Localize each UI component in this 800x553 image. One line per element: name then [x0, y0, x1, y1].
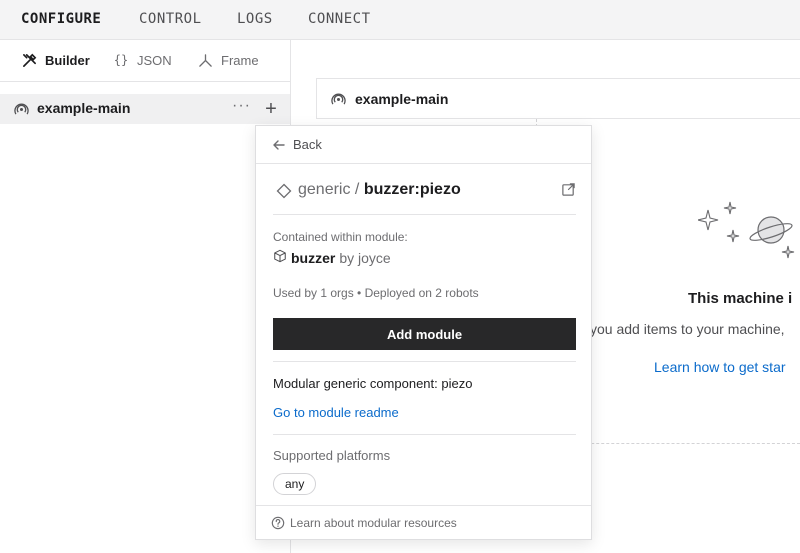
package-icon: [273, 249, 287, 266]
module-author: by joyce: [339, 249, 391, 266]
platform-chip: any: [273, 473, 317, 495]
braces-icon: {}: [113, 53, 129, 67]
contained-label: Contained within module:: [273, 230, 408, 244]
module-info: buzzer by joyce: [273, 249, 391, 266]
footer-link-label: Learn about modular resources: [290, 516, 457, 530]
resource-title: generic / buzzer:piezo: [273, 178, 576, 206]
back-button[interactable]: Back: [256, 126, 591, 164]
divider: [273, 361, 576, 362]
tab-connect[interactable]: CONNECT: [308, 11, 371, 27]
planet-stars-icon: [697, 196, 800, 267]
subtab-frame-label: Frame: [221, 52, 259, 68]
resource-api-model: generic / buzzer:piezo: [298, 181, 461, 199]
subtab-json[interactable]: {} JSON: [113, 52, 172, 68]
arrow-left-icon: [272, 138, 286, 157]
machine-icon: [14, 101, 29, 121]
sidebar-subtabs: Builder {} JSON Frame: [0, 40, 290, 82]
subtab-json-label: JSON: [137, 52, 172, 68]
learn-modular-resources-link[interactable]: Learn about modular resources: [256, 505, 591, 539]
frame-icon: [197, 52, 213, 68]
learn-get-started-link[interactable]: Learn how to get star: [654, 359, 786, 375]
tree-item-example-main[interactable]: example-main ··· +: [0, 94, 290, 124]
resource-detail-popover: Back generic / buzzer:piezo Contained wi…: [255, 125, 592, 540]
subtab-frame[interactable]: Frame: [197, 52, 259, 68]
sidebar: Builder {} JSON Frame example-main ··· +: [0, 40, 291, 553]
module-readme-link[interactable]: Go to module readme: [273, 405, 399, 420]
platforms-label: Supported platforms: [273, 448, 391, 463]
machine-icon: [331, 91, 346, 111]
title-separator: /: [350, 181, 364, 198]
machine-header-card: example-main: [316, 78, 800, 119]
usage-stats: Used by 1 orgs • Deployed on 2 robots: [273, 286, 479, 300]
external-link-icon[interactable]: [561, 182, 576, 202]
more-options-icon[interactable]: ···: [232, 97, 251, 115]
tab-logs[interactable]: LOGS: [237, 11, 273, 27]
add-module-button[interactable]: Add module: [273, 318, 576, 350]
resource-model: buzzer:piezo: [363, 181, 461, 198]
tools-icon: [21, 52, 37, 68]
module-name[interactable]: buzzer: [291, 250, 335, 266]
divider: [273, 434, 576, 435]
tab-control[interactable]: CONTROL: [139, 11, 202, 27]
machine-title: example-main: [355, 91, 449, 107]
tab-configure[interactable]: CONFIGURE: [21, 11, 101, 27]
subtab-builder[interactable]: Builder: [21, 52, 90, 68]
empty-state-description: you add items to your machine,: [590, 321, 785, 337]
module-description: Modular generic component: piezo: [273, 376, 473, 391]
divider: [273, 214, 576, 215]
top-nav: CONFIGURE CONTROL LOGS CONNECT: [0, 0, 800, 40]
subtab-builder-label: Builder: [45, 52, 90, 68]
empty-state-title: This machine i: [688, 290, 793, 307]
diamond-icon: [276, 183, 292, 204]
resource-api: generic: [298, 181, 351, 198]
back-label: Back: [293, 137, 322, 152]
add-resource-button[interactable]: +: [257, 94, 285, 124]
tree-item-label: example-main: [37, 100, 131, 116]
help-icon: [271, 516, 285, 535]
